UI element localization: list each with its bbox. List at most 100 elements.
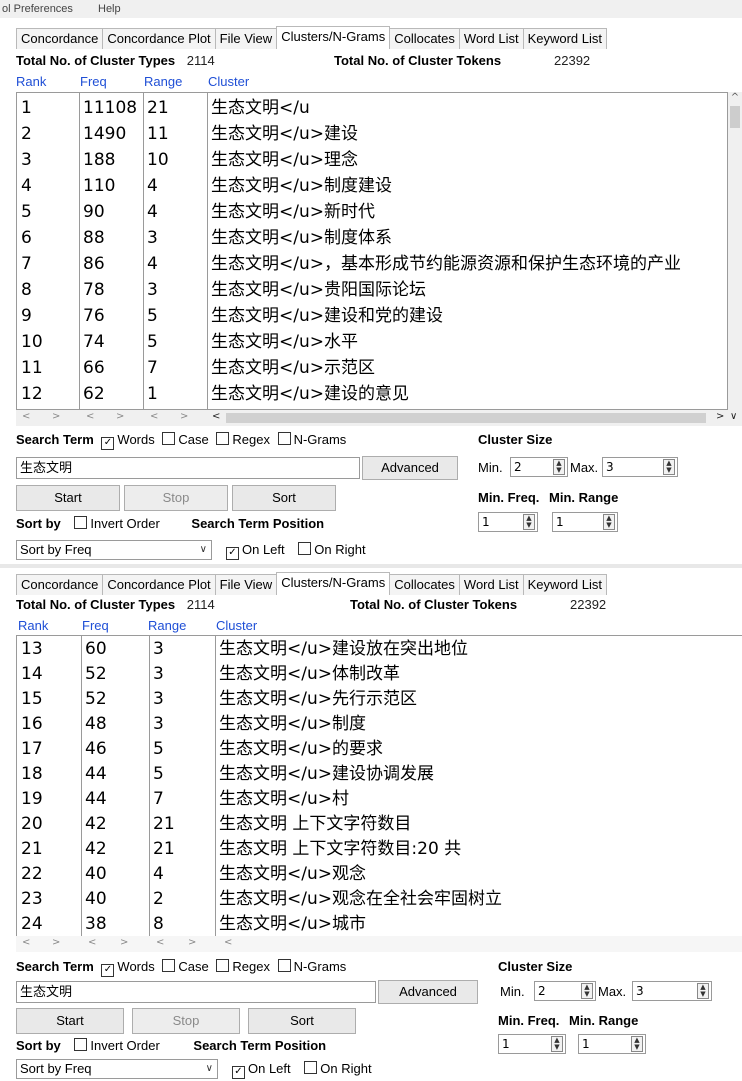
vertical-scrollbar[interactable]: ^ [728, 92, 742, 410]
table-row[interactable]: 5 90 4 生态文明</u>新时代 [17, 199, 727, 225]
tab-concordance[interactable]: Concordance [16, 574, 104, 595]
table-row[interactable]: 20 42 21 生态文明 上下文字符数目 [17, 811, 742, 837]
advanced-button[interactable]: Advanced [378, 980, 478, 1004]
tab-keyword-list[interactable]: Keyword List [522, 574, 607, 595]
scroll-left-icon[interactable]: < [156, 937, 164, 948]
table-row[interactable]: 17 46 5 生态文明</u>的要求 [17, 736, 742, 762]
scroll-right-icon[interactable]: > [52, 937, 60, 948]
scroll-left-icon[interactable]: < [22, 411, 30, 422]
tab-collocates[interactable]: Collocates [389, 28, 460, 49]
search-input[interactable]: 生态文明 [16, 457, 360, 479]
min-freq-spinner[interactable]: 1 ▲ ▼ [478, 512, 538, 532]
table-row[interactable]: 16 48 3 生态文明</u>制度 [17, 711, 742, 737]
table-row[interactable]: 23 40 2 生态文明</u>观念在全社会牢固树立 [17, 886, 742, 912]
case-checkbox[interactable] [162, 959, 176, 972]
col-rank[interactable]: Rank [18, 618, 48, 633]
table-row[interactable]: 7 86 4 生态文明</u>，基本形成节约能源资源和保护生态环境的产业 [17, 251, 727, 277]
scroll-right-icon[interactable]: > [116, 411, 124, 422]
cluster-table[interactable]: 13 60 3 生态文明</u>建设放在突出地位 14 52 3 生态文明</u>体制改革 15… [16, 635, 742, 937]
spinner-arrows-icon[interactable]: ▲ ▼ [697, 983, 709, 999]
col-freq[interactable]: Freq [80, 74, 107, 89]
max-size-spinner[interactable]: 3 ▲ ▼ [602, 457, 678, 477]
tab-word-list[interactable]: Word List [458, 574, 524, 595]
scroll-right-icon[interactable]: > [716, 411, 724, 422]
table-row[interactable]: 11 66 7 生态文明</u>示范区 [17, 355, 727, 381]
tab-concordance-plot[interactable]: Concordance Plot [102, 28, 216, 49]
table-row[interactable]: 4 110 4 生态文明</u>制度建设 [17, 173, 727, 199]
tab-clusters-ngrams[interactable]: Clusters/N-Grams [276, 572, 391, 595]
col-rank[interactable]: Rank [16, 74, 46, 89]
on-left-checkbox[interactable]: ✓ [226, 547, 239, 560]
spinner-arrows-icon[interactable]: ▲ ▼ [523, 514, 535, 530]
table-row[interactable]: 18 44 5 生态文明</u>建设协调发展 [17, 761, 742, 787]
table-row[interactable]: 14 52 3 生态文明</u>体制改革 [17, 661, 742, 687]
col-freq[interactable]: Freq [82, 618, 109, 633]
horizontal-scrollbar[interactable]: < > < > < > < [16, 936, 742, 952]
table-row[interactable]: 10 74 5 生态文明</u>水平 [17, 329, 727, 355]
words-checkbox[interactable]: ✓ [101, 964, 115, 977]
table-row[interactable]: 19 44 7 生态文明</u>村 [17, 786, 742, 812]
scroll-up-icon[interactable]: ^ [730, 92, 740, 103]
table-row[interactable]: 1 11108 21 生态文明</u [17, 95, 727, 121]
invert-order-checkbox[interactable] [74, 1038, 88, 1051]
scroll-left-icon[interactable]: < [88, 937, 96, 948]
scroll-right-icon[interactable]: > [52, 411, 60, 422]
table-row[interactable]: 24 38 8 生态文明</u>城市 [17, 911, 742, 936]
horizontal-scrollbar[interactable]: < > < > < > < > ∨ [16, 410, 742, 426]
tab-file-view[interactable]: File View [214, 28, 278, 49]
table-row[interactable]: 21 42 21 生态文明 上下文字符数目:20 共 [17, 836, 742, 862]
spinner-arrows-icon[interactable]: ▲ ▼ [551, 1036, 563, 1052]
on-right-checkbox[interactable] [298, 542, 312, 555]
scroll-left-icon[interactable]: < [22, 937, 30, 948]
scroll-thumb[interactable] [226, 413, 706, 423]
scroll-right-icon[interactable]: > [188, 937, 196, 948]
stop-button[interactable]: Stop [132, 1008, 240, 1034]
tab-concordance[interactable]: Concordance [16, 28, 104, 49]
stop-button[interactable]: Stop [124, 485, 228, 511]
on-right-checkbox[interactable] [304, 1061, 318, 1074]
on-left-checkbox[interactable]: ✓ [232, 1066, 245, 1079]
table-row[interactable]: 12 62 1 生态文明</u>建设的意见 [17, 381, 727, 407]
scroll-left-icon[interactable]: < [86, 411, 94, 422]
sort-by-select[interactable]: Sort by Freq ∨ [16, 1059, 218, 1079]
chevron-down-icon[interactable]: ∨ [206, 1060, 213, 1078]
table-row[interactable]: 2 1490 11 生态文明</u>建设 [17, 121, 727, 147]
scroll-left-icon[interactable]: < [150, 411, 158, 422]
scroll-thumb[interactable] [730, 106, 740, 128]
min-freq-spinner[interactable]: 1 ▲ ▼ [498, 1034, 566, 1054]
min-size-spinner[interactable]: 2 ▲ ▼ [534, 981, 596, 1001]
ngrams-checkbox[interactable] [277, 432, 291, 445]
sort-button[interactable]: Sort [232, 485, 336, 511]
spinner-arrows-icon[interactable]: ▲ ▼ [631, 1036, 643, 1052]
tab-collocates[interactable]: Collocates [389, 574, 460, 595]
min-range-spinner[interactable]: 1 ▲ ▼ [552, 512, 618, 532]
col-range[interactable]: Range [144, 74, 182, 89]
tab-file-view[interactable]: File View [214, 574, 278, 595]
invert-order-checkbox[interactable] [74, 516, 88, 529]
cluster-table[interactable]: 1 11108 21 生态文明</u 2 1490 11 生态文明</u>建设 3 188 10 生态… [16, 92, 728, 410]
tab-word-list[interactable]: Word List [458, 28, 524, 49]
regex-checkbox[interactable] [216, 959, 230, 972]
spinner-arrows-icon[interactable]: ▲ ▼ [581, 983, 593, 999]
ngrams-checkbox[interactable] [277, 959, 291, 972]
spinner-arrows-icon[interactable]: ▲ ▼ [553, 459, 565, 475]
search-input[interactable]: 生态文明 [16, 981, 376, 1003]
tab-keyword-list[interactable]: Keyword List [522, 28, 607, 49]
advanced-button[interactable]: Advanced [362, 456, 458, 480]
chevron-down-icon[interactable]: ∨ [200, 541, 207, 559]
start-button[interactable]: Start [16, 1008, 124, 1034]
words-checkbox[interactable]: ✓ [101, 437, 115, 450]
col-range[interactable]: Range [148, 618, 186, 633]
scroll-right-icon[interactable]: > [180, 411, 188, 422]
scroll-left-icon[interactable]: < [212, 411, 220, 422]
table-row[interactable]: 13 60 3 生态文明</u>建设放在突出地位 [17, 636, 742, 662]
start-button[interactable]: Start [16, 485, 120, 511]
min-range-spinner[interactable]: 1 ▲ ▼ [578, 1034, 646, 1054]
sort-by-select[interactable]: Sort by Freq ∨ [16, 540, 212, 560]
table-row[interactable]: 22 40 4 生态文明</u>观念 [17, 861, 742, 887]
table-row[interactable]: 8 78 3 生态文明</u>贵阳国际论坛 [17, 277, 727, 303]
max-size-spinner[interactable]: 3 ▲ ▼ [632, 981, 712, 1001]
spinner-arrows-icon[interactable]: ▲ ▼ [663, 459, 675, 475]
scroll-left-icon[interactable]: < [224, 937, 232, 948]
table-row[interactable]: 3 188 10 生态文明</u>理念 [17, 147, 727, 173]
